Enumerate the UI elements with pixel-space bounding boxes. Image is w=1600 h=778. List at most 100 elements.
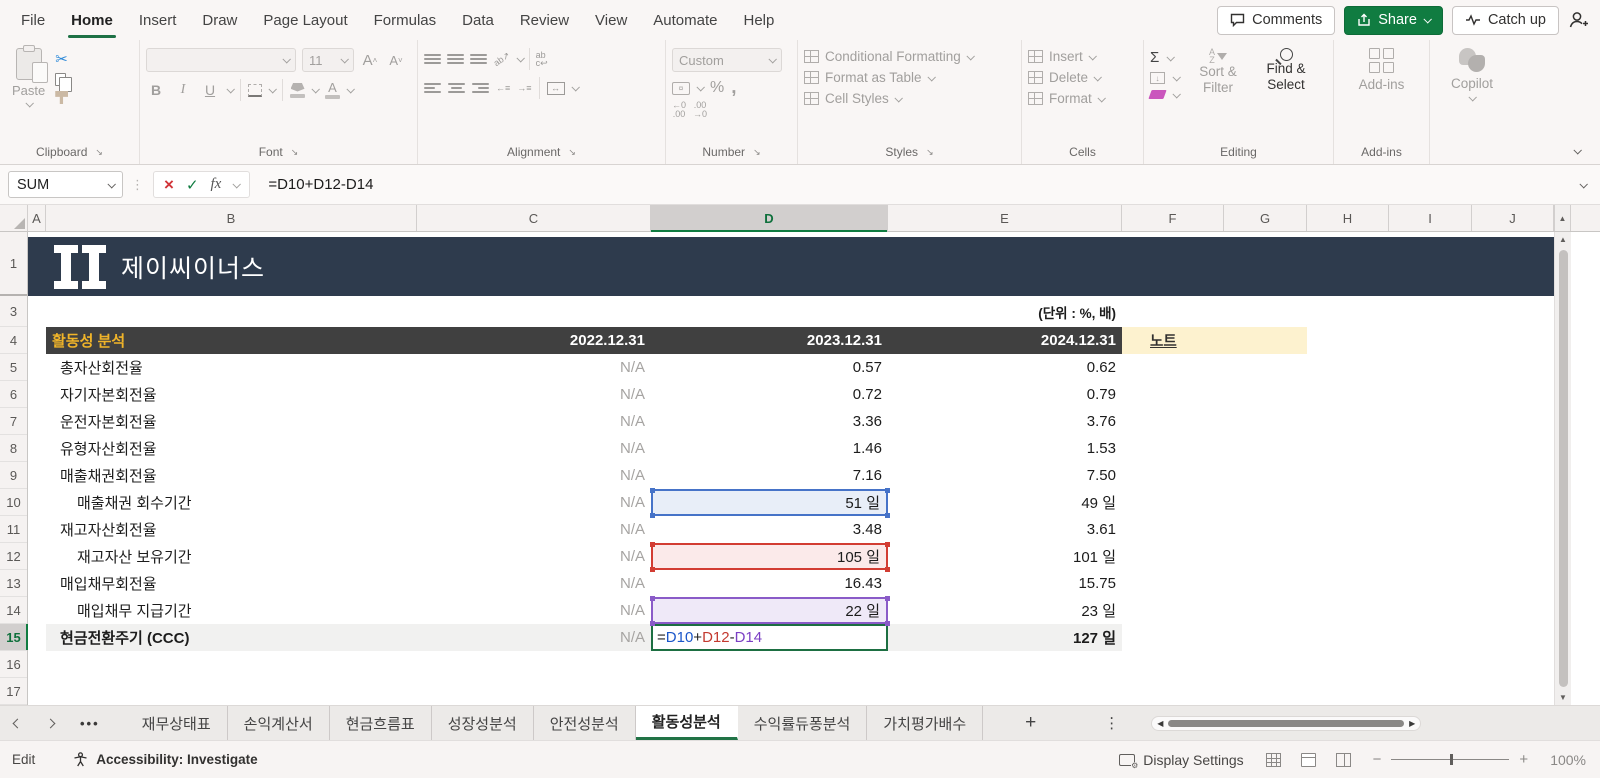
chevron-down-icon[interactable] [226, 85, 235, 94]
row-header-7[interactable]: 7 [0, 408, 27, 435]
sheet-tab-4[interactable]: 성장성분석 [432, 706, 534, 740]
clear-icon[interactable] [1148, 90, 1167, 99]
column-header-F[interactable]: F [1122, 205, 1224, 231]
align-center-icon[interactable] [448, 83, 465, 93]
wrap-text-icon[interactable]: ab c↩ [536, 51, 548, 68]
formula-input[interactable]: =D10+D12-D14 [260, 176, 1580, 193]
column-header-I[interactable]: I [1389, 205, 1472, 231]
menu-tab-page-layout[interactable]: Page Layout [250, 0, 360, 40]
row-header-11[interactable]: 11 [0, 516, 27, 543]
row-header-4[interactable]: 4 [0, 327, 27, 354]
bold-icon[interactable]: B [146, 79, 166, 101]
row-header-10[interactable]: 10 [0, 489, 27, 516]
align-right-icon[interactable] [472, 83, 489, 93]
column-header-G[interactable]: G [1224, 205, 1307, 231]
row-header-1[interactable]: 1 [0, 232, 27, 296]
column-header-D[interactable]: D [651, 205, 888, 232]
number-format-select[interactable]: Custom [672, 48, 782, 72]
zoom-in-icon[interactable]: + [1519, 751, 1528, 768]
chevron-down-icon[interactable] [696, 83, 705, 92]
font-name-select[interactable] [146, 48, 296, 72]
value-2023[interactable]: 16.43 [651, 570, 888, 597]
column-header-B[interactable]: B [46, 205, 417, 231]
styles-dialog-launcher-icon[interactable]: ↘ [926, 147, 934, 158]
align-bottom-icon[interactable] [470, 54, 487, 64]
page-break-view-icon[interactable] [1335, 752, 1351, 767]
horizontal-scrollbar[interactable]: ◀ ▶ [1151, 715, 1422, 731]
row-header-15[interactable]: 15 [0, 624, 28, 651]
menu-tab-view[interactable]: View [582, 0, 640, 40]
copilot-button[interactable]: Copilot [1436, 48, 1508, 102]
scroll-down-icon[interactable]: ▼ [1559, 690, 1567, 705]
delete-cells-button[interactable]: Delete [1028, 70, 1137, 85]
highlighted-cell-blue[interactable]: 51 일 [649, 487, 890, 518]
enter-icon[interactable]: ✓ [186, 176, 199, 194]
sheet-options-icon[interactable]: ⋮ [1090, 706, 1133, 740]
italic-icon[interactable]: I [173, 79, 193, 101]
increase-indent-icon[interactable]: →≡ [517, 84, 531, 93]
decrease-font-size-icon[interactable]: A ˅ [386, 49, 406, 71]
menu-tab-draw[interactable]: Draw [189, 0, 250, 40]
menu-tab-data[interactable]: Data [449, 0, 507, 40]
collapse-ribbon-icon[interactable] [1573, 146, 1582, 155]
row-header-9[interactable]: 9 [0, 462, 27, 489]
scroll-right-icon[interactable]: ▶ [1409, 719, 1415, 728]
sheet-tab-3[interactable]: 현금흐름표 [330, 706, 432, 740]
cell-styles-button[interactable]: Cell Styles [804, 91, 1015, 106]
new-sheet-icon[interactable]: + [1011, 706, 1050, 740]
scroll-up-icon[interactable]: ▲ [1554, 205, 1571, 231]
menu-tab-home[interactable]: Home [58, 0, 126, 40]
menu-tab-review[interactable]: Review [507, 0, 582, 40]
page-layout-view-icon[interactable] [1300, 752, 1316, 767]
fill-icon[interactable]: ↓ [1150, 72, 1165, 84]
accounting-format-icon[interactable]: ¤ [672, 81, 690, 95]
sort-filter-button[interactable]: AZ Sort & Filter [1189, 48, 1247, 99]
vertical-scroll-thumb[interactable] [1558, 250, 1568, 687]
row-header-6[interactable]: 6 [0, 381, 27, 408]
sheet-tab-6[interactable]: 활동성분석 [635, 706, 738, 740]
font-dialog-launcher-icon[interactable]: ↘ [291, 147, 299, 158]
find-select-button[interactable]: Find & Select [1257, 48, 1315, 99]
catch-up-button[interactable]: Catch up [1451, 5, 1559, 35]
sheet-tab-8[interactable]: 가치평가배수 [867, 706, 984, 740]
align-left-icon[interactable] [424, 83, 441, 93]
fill-color-icon[interactable] [290, 82, 305, 98]
column-header-A[interactable]: A [28, 205, 46, 231]
next-sheet-icon[interactable] [45, 718, 56, 728]
highlighted-cell-red[interactable]: 105 일 [649, 541, 890, 572]
previous-sheet-icon[interactable] [12, 718, 23, 728]
orientation-icon[interactable]: ab↗ [492, 50, 512, 68]
sheet-tab-5[interactable]: 안전성분석 [534, 706, 636, 740]
value-2023[interactable]: 3.36 [651, 408, 888, 435]
paste-button[interactable]: Paste [12, 45, 48, 108]
menu-tab-automate[interactable]: Automate [640, 0, 730, 40]
insert-function-icon[interactable]: fx [211, 176, 222, 193]
row-header-16[interactable]: 16 [0, 651, 27, 678]
all-sheets-icon[interactable]: ••• [80, 716, 100, 731]
chevron-down-icon[interactable] [311, 85, 320, 94]
select-all-corner[interactable] [0, 205, 28, 231]
row-header-17[interactable]: 17 [0, 678, 27, 705]
zoom-slider-thumb[interactable] [1450, 754, 1454, 766]
percent-style-icon[interactable]: % [710, 79, 724, 97]
chevron-down-icon[interactable] [516, 54, 525, 63]
menu-tab-insert[interactable]: Insert [126, 0, 190, 40]
row-header-5[interactable]: 5 [0, 354, 27, 381]
align-middle-icon[interactable] [447, 54, 464, 64]
chevron-down-icon[interactable] [268, 85, 277, 94]
sheet-tab-1[interactable]: 재무상태표 [126, 706, 228, 740]
alignment-dialog-launcher-icon[interactable]: ↘ [568, 147, 576, 158]
increase-decimal-icon[interactable]: ←0.00 [672, 101, 686, 119]
column-header-H[interactable]: H [1307, 205, 1389, 231]
font-size-select[interactable]: 11 [302, 48, 354, 72]
column-header-E[interactable]: E [888, 205, 1122, 231]
highlighted-cell-purple[interactable]: 22 일 [649, 595, 890, 626]
horizontal-scroll-thumb[interactable] [1168, 719, 1405, 727]
sheet-tab-2[interactable]: 손익계산서 [228, 706, 330, 740]
formula-bar-grip[interactable]: ⋮ [131, 177, 145, 193]
zoom-out-icon[interactable]: − [1373, 751, 1382, 768]
comments-button[interactable]: Comments [1217, 5, 1336, 35]
borders-icon[interactable] [248, 83, 262, 97]
row-header-3[interactable]: 3 [0, 296, 27, 327]
font-color-icon[interactable]: A [325, 81, 340, 99]
